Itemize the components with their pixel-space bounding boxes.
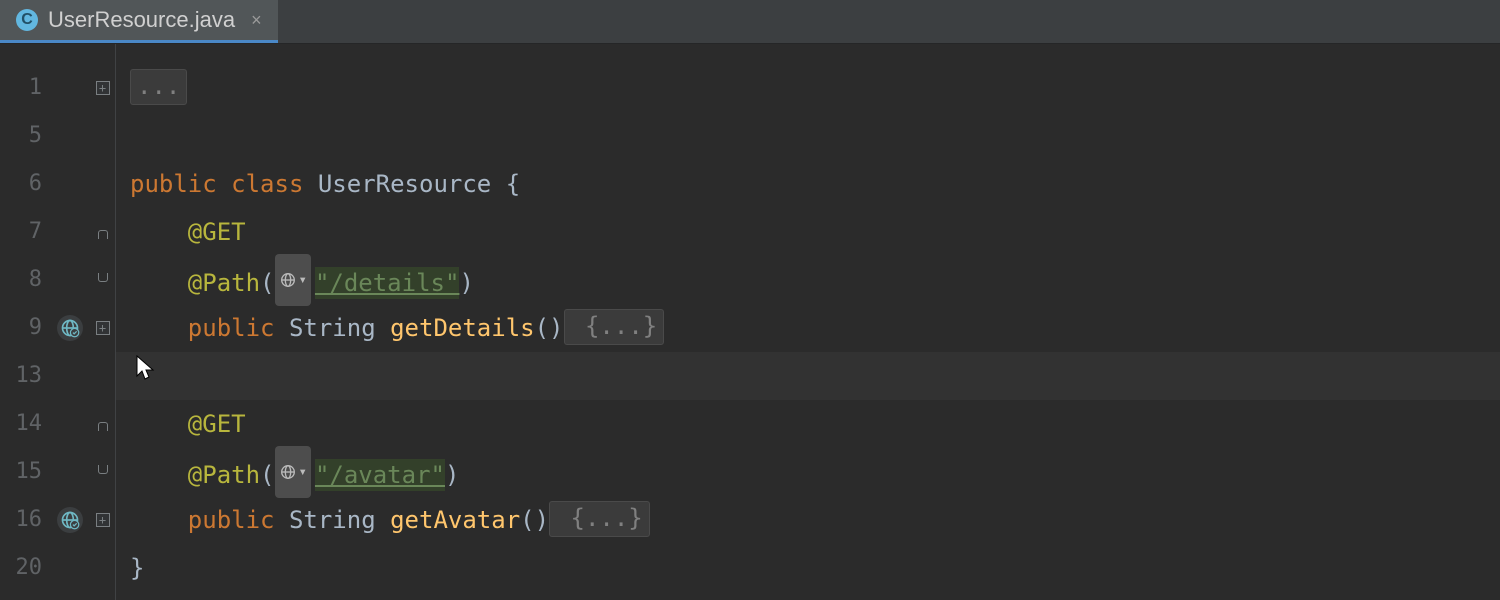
type: String [289, 506, 376, 534]
code-line[interactable]: } [130, 544, 1500, 592]
line-number[interactable]: 1 [0, 64, 50, 112]
method-name: getDetails [390, 314, 535, 342]
folded-region[interactable]: ... [130, 69, 187, 105]
annotation: @GET [188, 410, 246, 438]
line-number[interactable]: 16 [0, 496, 50, 544]
code-line[interactable]: ... [130, 64, 1500, 112]
type: String [289, 314, 376, 342]
code-editor[interactable]: 1 5 6 7 8 9 13 14 15 16 20 + + [0, 44, 1500, 600]
url-globe-icon[interactable]: ▾ [275, 446, 311, 498]
url-path-string[interactable]: "/avatar" [315, 459, 445, 491]
url-path-string[interactable]: "/details" [315, 267, 460, 299]
code-text: () [535, 314, 564, 342]
endpoint-marker-icon[interactable] [57, 507, 83, 533]
keyword: class [231, 170, 303, 198]
class-name: UserResource [318, 170, 491, 198]
folded-region[interactable]: {...} [549, 501, 650, 537]
line-number[interactable]: 7 [0, 208, 50, 256]
code-text: { [491, 170, 520, 198]
tab-bar: C UserResource.java × [0, 0, 1500, 44]
fold-expand-icon[interactable]: + [96, 81, 110, 95]
annotation: @GET [188, 218, 246, 246]
fold-expand-icon[interactable]: + [96, 321, 110, 335]
fold-collapse-icon[interactable] [96, 417, 110, 431]
code-text: () [520, 506, 549, 534]
line-number[interactable]: 14 [0, 400, 50, 448]
url-globe-icon[interactable]: ▾ [275, 254, 311, 306]
fold-collapse-icon[interactable] [96, 465, 110, 479]
line-number[interactable]: 9 [0, 304, 50, 352]
file-tab[interactable]: C UserResource.java × [0, 0, 278, 43]
fold-collapse-icon[interactable] [96, 273, 110, 287]
code-text: } [130, 554, 144, 582]
line-number-gutter: 1 5 6 7 8 9 13 14 15 16 20 [0, 44, 50, 600]
class-file-icon: C [16, 9, 38, 31]
fold-gutter: + + + [90, 44, 116, 600]
code-line[interactable]: public class UserResource { [130, 160, 1500, 208]
code-line[interactable]: public String getDetails() {...} [130, 304, 1500, 352]
method-name: getAvatar [390, 506, 520, 534]
code-line[interactable]: @GET [130, 208, 1500, 256]
keyword: public [130, 170, 217, 198]
line-number[interactable]: 13 [0, 352, 50, 400]
code-line[interactable]: @GET [130, 400, 1500, 448]
line-number[interactable]: 5 [0, 112, 50, 160]
code-line[interactable]: public String getAvatar() {...} [130, 496, 1500, 544]
code-line[interactable]: @Path(▾"/details") [130, 256, 1500, 304]
code-area[interactable]: ... public class UserResource { @GET @Pa… [116, 44, 1500, 600]
line-number[interactable]: 20 [0, 544, 50, 592]
endpoint-marker-icon[interactable] [57, 315, 83, 341]
marker-gutter [50, 44, 90, 600]
annotation: @Path [188, 269, 260, 297]
annotation: @Path [188, 461, 260, 489]
folded-region[interactable]: {...} [564, 309, 665, 345]
chevron-down-icon: ▾ [299, 256, 307, 304]
code-line[interactable] [130, 112, 1500, 160]
close-icon[interactable]: × [251, 11, 262, 29]
fold-expand-icon[interactable]: + [96, 513, 110, 527]
line-number[interactable]: 6 [0, 160, 50, 208]
keyword: public [188, 506, 275, 534]
keyword: public [188, 314, 275, 342]
code-line[interactable]: @Path(▾"/avatar") [130, 448, 1500, 496]
tab-filename: UserResource.java [48, 7, 235, 33]
mouse-cursor-icon [134, 354, 156, 382]
code-line-current[interactable] [116, 352, 1500, 400]
line-number[interactable]: 8 [0, 256, 50, 304]
chevron-down-icon: ▾ [299, 448, 307, 496]
fold-collapse-icon[interactable] [96, 225, 110, 239]
line-number[interactable]: 15 [0, 448, 50, 496]
